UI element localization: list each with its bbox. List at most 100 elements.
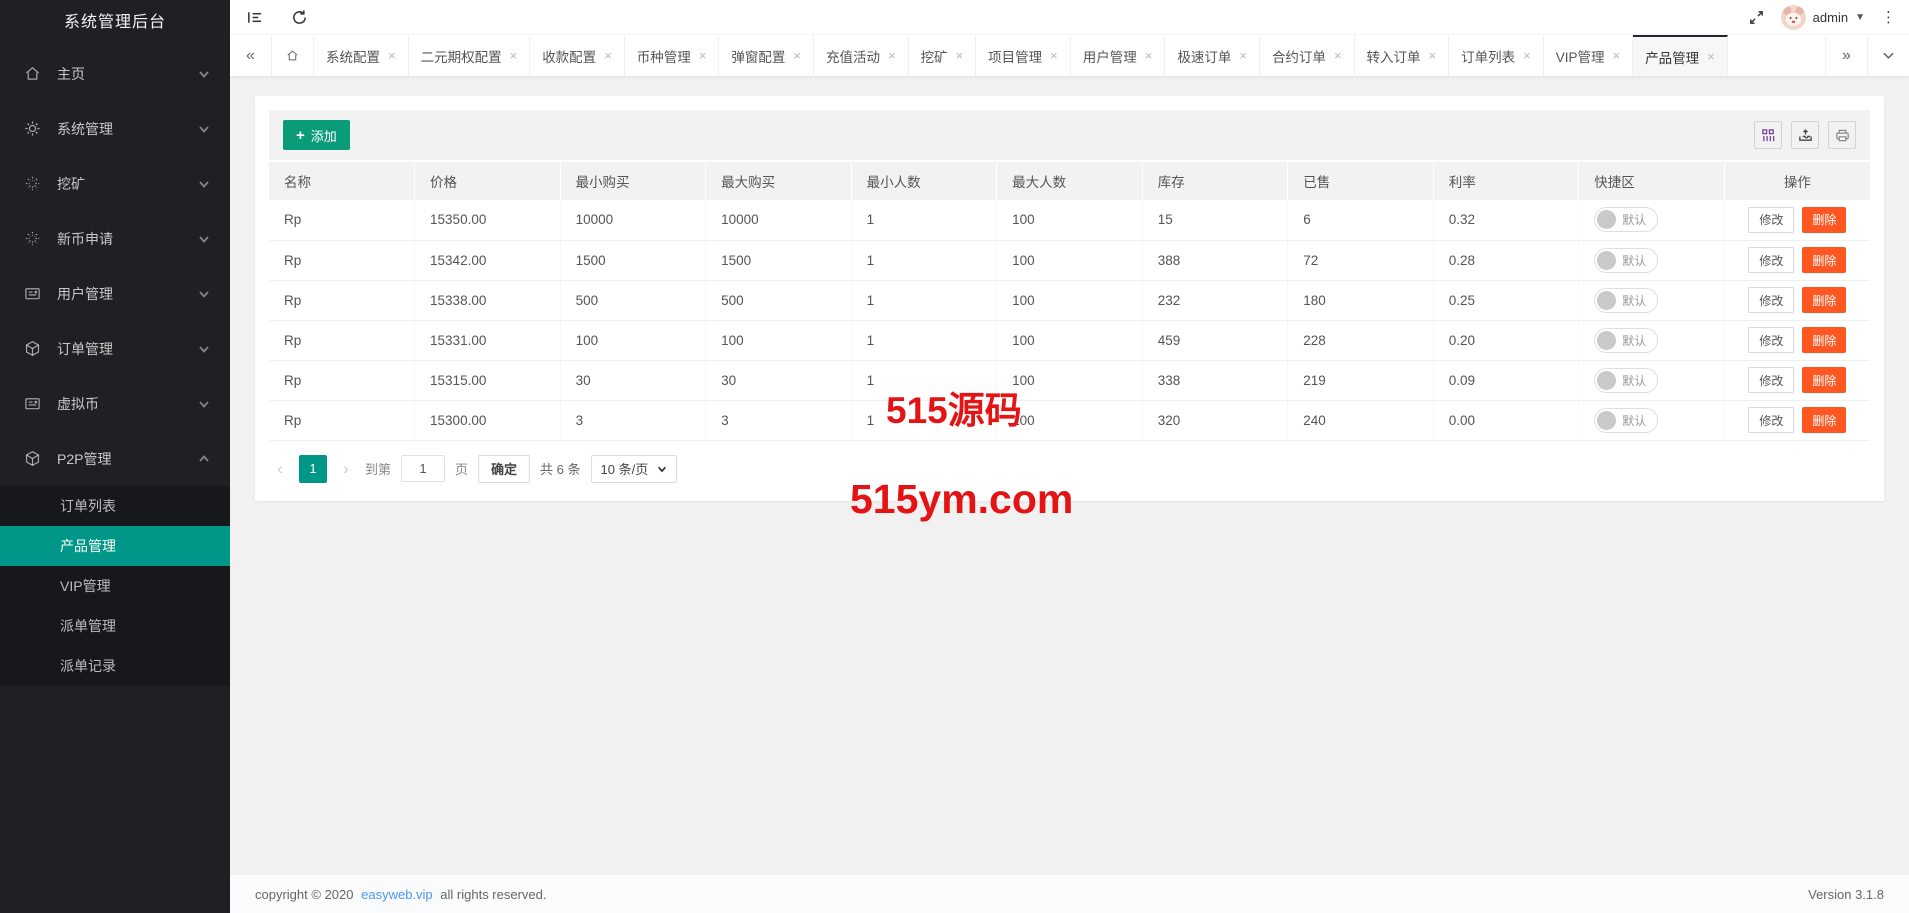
tab-11[interactable]: 转入订单 ×: [1355, 35, 1450, 76]
close-tab-icon[interactable]: ×: [888, 48, 896, 63]
delete-button[interactable]: 删除: [1802, 407, 1846, 433]
cell-max_buy: 3: [706, 400, 852, 440]
default-toggle[interactable]: 默认: [1594, 328, 1658, 353]
close-tab-icon[interactable]: ×: [1612, 48, 1620, 63]
default-toggle[interactable]: 默认: [1594, 368, 1658, 393]
more-options-icon[interactable]: ⋮: [1881, 8, 1895, 26]
edit-button[interactable]: 修改: [1748, 367, 1794, 393]
confirm-page-button[interactable]: 确定: [478, 455, 530, 483]
sidebar-item-p2p-manage[interactable]: P2P管理: [0, 431, 230, 486]
tab-menu-icon[interactable]: [1867, 35, 1909, 76]
sidebar-subitem-order-list[interactable]: 订单列表: [0, 486, 230, 526]
sidebar-item-user-manage[interactable]: 用户管理: [0, 266, 230, 321]
current-page-button[interactable]: 1: [299, 455, 327, 483]
tab-8[interactable]: 用户管理×: [1071, 35, 1166, 76]
sidebar-item-order-manage[interactable]: 订单管理: [0, 321, 230, 376]
cell-sold: 72: [1288, 240, 1434, 280]
column-header: 价格: [415, 162, 561, 200]
close-tab-icon[interactable]: ×: [1050, 48, 1058, 63]
default-toggle[interactable]: 默认: [1594, 288, 1658, 313]
close-tab-icon[interactable]: ×: [1429, 48, 1437, 63]
sidebar-subitem-vip-manage[interactable]: VIP管理: [0, 566, 230, 606]
delete-button[interactable]: 删除: [1802, 367, 1846, 393]
close-tab-icon[interactable]: ×: [1707, 49, 1715, 64]
close-tab-icon[interactable]: ×: [793, 48, 801, 63]
cell-min_buy: 3: [560, 400, 706, 440]
page-size-select[interactable]: 10 条/页: [591, 455, 678, 483]
close-tab-icon[interactable]: ×: [956, 48, 964, 63]
tab-4[interactable]: 弹窗配置×: [719, 35, 814, 76]
close-tab-icon[interactable]: ×: [1523, 48, 1531, 63]
goto-label: 到第: [365, 459, 391, 478]
delete-button[interactable]: 删除: [1802, 327, 1846, 353]
sidebar-subitem-product-manage[interactable]: 产品管理: [0, 526, 230, 566]
fullscreen-icon[interactable]: [1748, 9, 1765, 26]
scroll-tabs-left-icon[interactable]: «: [230, 35, 272, 76]
home-tab[interactable]: [272, 35, 314, 76]
print-button[interactable]: [1828, 121, 1856, 149]
delete-button[interactable]: 删除: [1802, 207, 1846, 233]
tab-9[interactable]: 极速订单×: [1165, 35, 1260, 76]
edit-button[interactable]: 修改: [1748, 247, 1794, 273]
add-button[interactable]: + 添加: [283, 120, 350, 150]
tab-13[interactable]: VIP管理×: [1544, 35, 1633, 76]
close-tab-icon[interactable]: ×: [388, 48, 396, 63]
cell-rate: 0.32: [1433, 200, 1579, 240]
user-menu[interactable]: admin ▼: [1781, 5, 1865, 30]
tab-3[interactable]: 币种管理×: [625, 35, 720, 76]
sidebar-subitem-dispatch-record[interactable]: 派单记录: [0, 646, 230, 686]
cell-sold: 240: [1288, 400, 1434, 440]
cell-min_people: 1: [851, 240, 997, 280]
product-table-card: + 添加: [255, 96, 1884, 501]
sidebar-item-mining[interactable]: 挖矿: [0, 156, 230, 211]
close-tab-icon[interactable]: ×: [604, 48, 612, 63]
export-button[interactable]: [1791, 121, 1819, 149]
sidebar-subitem-dispatch-manage[interactable]: 派单管理: [0, 606, 230, 646]
tab-label: 转入订单: [1367, 46, 1421, 66]
tab-12[interactable]: 订单列表×: [1449, 35, 1544, 76]
default-toggle[interactable]: 默认: [1594, 207, 1658, 232]
close-tab-icon[interactable]: ×: [1334, 48, 1342, 63]
sidebar-item-new-coin[interactable]: 新币申请: [0, 211, 230, 266]
tab-2[interactable]: 收款配置×: [530, 35, 625, 76]
cell-name: Rp: [269, 400, 415, 440]
refresh-icon[interactable]: [291, 9, 308, 26]
scroll-tabs-right-icon[interactable]: »: [1825, 35, 1867, 76]
delete-button[interactable]: 删除: [1802, 247, 1846, 273]
cell-sold: 6: [1288, 200, 1434, 240]
next-page-icon[interactable]: ›: [337, 460, 355, 477]
tab-7[interactable]: 项目管理×: [976, 35, 1071, 76]
close-tab-icon[interactable]: ×: [510, 48, 518, 63]
collapse-sidebar-icon[interactable]: [246, 9, 263, 26]
toggle-label: 默认: [1616, 372, 1655, 389]
edit-button[interactable]: 修改: [1748, 207, 1794, 233]
tab-0[interactable]: 系统配置×: [314, 35, 409, 76]
sidebar-item-virtual-coin[interactable]: 虚拟币: [0, 376, 230, 431]
default-toggle[interactable]: 默认: [1594, 408, 1658, 433]
delete-button[interactable]: 删除: [1802, 287, 1846, 313]
tab-14[interactable]: 产品管理×: [1633, 35, 1728, 76]
close-tab-icon[interactable]: ×: [1239, 48, 1247, 63]
sidebar-item-label: 订单管理: [57, 339, 198, 359]
goto-page-input[interactable]: [401, 455, 445, 482]
chevron-down-icon: [198, 233, 210, 245]
default-toggle[interactable]: 默认: [1594, 248, 1658, 273]
column-filter-button[interactable]: [1754, 121, 1782, 149]
tab-5[interactable]: 充值活动×: [814, 35, 909, 76]
tab-1[interactable]: 二元期权配置×: [409, 35, 531, 76]
table-toolbar: + 添加: [269, 110, 1870, 160]
card-icon: [24, 285, 42, 303]
toggle-label: 默认: [1616, 252, 1655, 269]
sidebar-item-system[interactable]: 系统管理: [0, 101, 230, 156]
edit-button[interactable]: 修改: [1748, 327, 1794, 353]
close-tab-icon[interactable]: ×: [1145, 48, 1153, 63]
cell-name: Rp: [269, 360, 415, 400]
sidebar-item-home[interactable]: 主页: [0, 46, 230, 101]
close-tab-icon[interactable]: ×: [699, 48, 707, 63]
copyright-link[interactable]: easyweb.vip: [361, 887, 433, 902]
edit-button[interactable]: 修改: [1748, 287, 1794, 313]
edit-button[interactable]: 修改: [1748, 407, 1794, 433]
prev-page-icon[interactable]: ‹: [271, 460, 289, 477]
tab-10[interactable]: 合约订单×: [1260, 35, 1355, 76]
tab-6[interactable]: 挖矿×: [909, 35, 977, 76]
